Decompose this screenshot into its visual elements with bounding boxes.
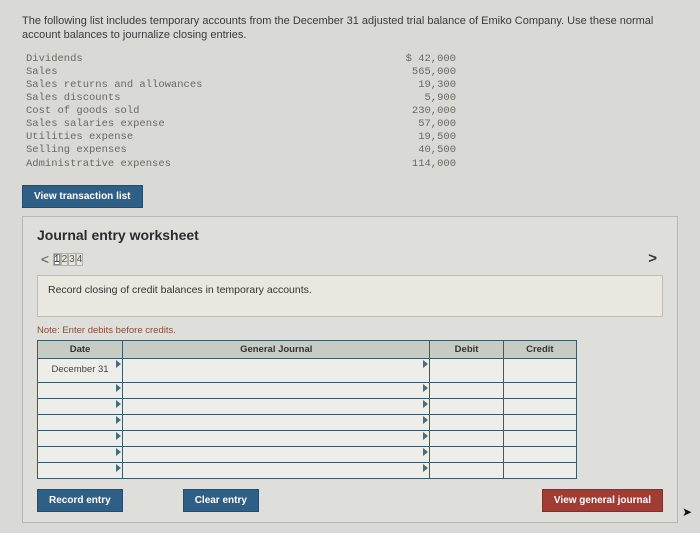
account-value: 19,300 <box>346 79 456 92</box>
account-label: Sales <box>26 66 346 79</box>
date-cell[interactable] <box>38 462 123 478</box>
record-entry-button[interactable]: Record entry <box>37 489 123 512</box>
table-row <box>38 398 577 414</box>
credit-cell[interactable] <box>503 398 576 414</box>
table-row <box>38 382 577 398</box>
account-value: 57,000 <box>346 118 456 131</box>
instruction-bar: Record closing of credit balances in tem… <box>37 275 663 317</box>
step-tab-2[interactable]: 2 <box>61 253 69 266</box>
account-value: 114,000 <box>346 158 456 171</box>
account-label: Sales discounts <box>26 92 346 105</box>
general-journal-cell[interactable] <box>123 446 430 462</box>
account-label: Sales salaries expense <box>26 118 346 131</box>
account-value: 5,900 <box>346 92 456 105</box>
general-journal-cell[interactable] <box>123 414 430 430</box>
col-header-debit: Debit <box>430 340 503 358</box>
account-label: Administrative expenses <box>26 158 346 171</box>
credit-cell[interactable] <box>503 382 576 398</box>
debit-cell[interactable] <box>430 446 503 462</box>
table-row <box>38 446 577 462</box>
account-value: 230,000 <box>346 105 456 118</box>
date-cell[interactable]: December 31 <box>38 358 123 382</box>
col-header-credit: Credit <box>503 340 576 358</box>
chevron-right-icon[interactable]: > <box>648 250 663 267</box>
table-row <box>38 414 577 430</box>
account-value: $ 42,000 <box>346 53 456 66</box>
worksheet-title: Journal entry worksheet <box>37 227 663 243</box>
general-journal-cell[interactable] <box>123 430 430 446</box>
table-row <box>38 430 577 446</box>
date-cell[interactable] <box>38 446 123 462</box>
account-value: 40,500 <box>346 144 456 157</box>
col-header-date: Date <box>38 340 123 358</box>
debit-cell[interactable] <box>430 462 503 478</box>
col-header-general-journal: General Journal <box>123 340 430 358</box>
table-row <box>38 462 577 478</box>
date-cell[interactable] <box>38 430 123 446</box>
step-tab-1[interactable]: 1 <box>53 253 61 266</box>
general-journal-cell[interactable] <box>123 462 430 478</box>
date-cell[interactable] <box>38 414 123 430</box>
credit-cell[interactable] <box>503 462 576 478</box>
view-transaction-list-button[interactable]: View transaction list <box>22 185 143 208</box>
general-journal-cell[interactable] <box>123 398 430 414</box>
account-label: Dividends <box>26 53 346 66</box>
general-journal-cell[interactable] <box>123 358 430 382</box>
credit-cell[interactable] <box>503 430 576 446</box>
date-cell[interactable] <box>38 398 123 414</box>
view-general-journal-button[interactable]: View general journal <box>542 489 663 512</box>
step-tab-4[interactable]: 4 <box>76 253 84 266</box>
debit-cell[interactable] <box>430 382 503 398</box>
credit-cell[interactable] <box>503 414 576 430</box>
journal-entry-worksheet: Journal entry worksheet < 1234 > Record … <box>22 216 678 523</box>
credit-cell[interactable] <box>503 446 576 462</box>
account-value: 565,000 <box>346 66 456 79</box>
account-label: Sales returns and allowances <box>26 79 346 92</box>
debit-cell[interactable] <box>430 414 503 430</box>
account-value: 19,500 <box>346 131 456 144</box>
step-tab-3[interactable]: 3 <box>68 253 76 266</box>
account-label: Cost of goods sold <box>26 105 346 118</box>
intro-text: The following list includes temporary ac… <box>22 14 678 43</box>
credit-cell[interactable] <box>503 358 576 382</box>
account-label: Utilities expense <box>26 131 346 144</box>
account-label: Selling expenses <box>26 144 346 157</box>
table-row: December 31 <box>38 358 577 382</box>
note-text: Note: Enter debits before credits. <box>37 325 663 336</box>
cursor-icon: ➤ <box>682 505 692 519</box>
general-journal-cell[interactable] <box>123 382 430 398</box>
debit-cell[interactable] <box>430 358 503 382</box>
clear-entry-button[interactable]: Clear entry <box>183 489 259 512</box>
debit-cell[interactable] <box>430 430 503 446</box>
date-cell[interactable] <box>38 382 123 398</box>
debit-cell[interactable] <box>430 398 503 414</box>
journal-table: Date General Journal Debit Credit Decemb… <box>37 340 577 479</box>
step-navigator: < 1234 > <box>37 249 663 269</box>
chevron-left-icon[interactable]: < <box>37 251 53 267</box>
accounts-table: DividendsSalesSales returns and allowanc… <box>26 53 678 171</box>
